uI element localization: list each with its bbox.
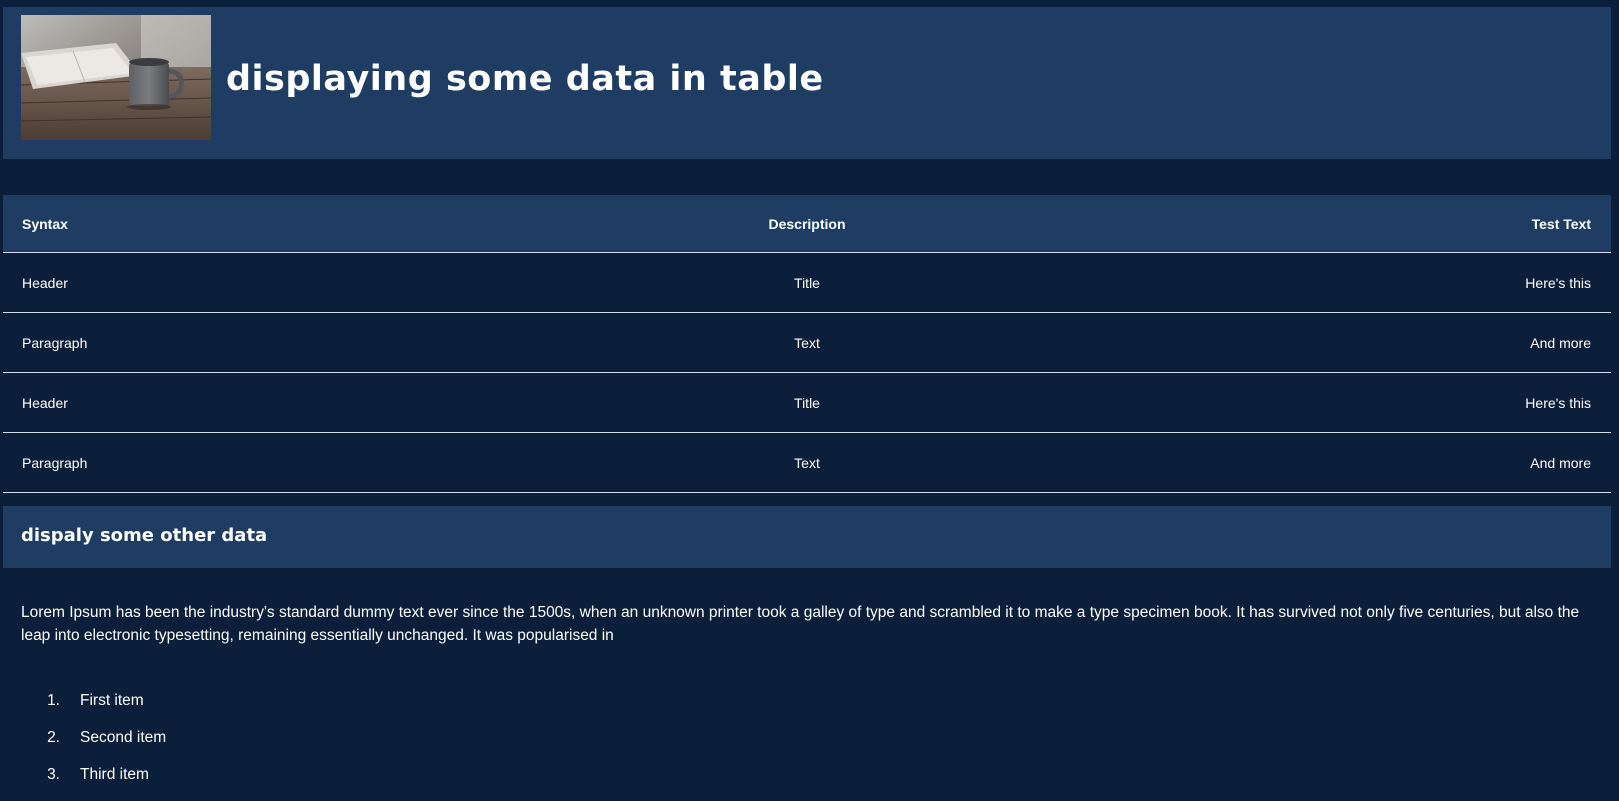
table-cell-syntax: Paragraph [3, 312, 539, 373]
list-item-number: 2. [47, 729, 60, 746]
table-cell-test-text: Here's this [1075, 252, 1611, 313]
table-cell-description: Text [539, 312, 1075, 373]
list-item-label: Third item [80, 766, 149, 783]
body-paragraph: Lorem Ipsum has been the industry's stan… [21, 604, 1580, 644]
page-title: displaying some data in table [226, 59, 824, 99]
section-header: dispaly some other data [3, 506, 1611, 568]
list-item-label: First item [80, 692, 144, 709]
table-header-row: Syntax Description Test Text [3, 195, 1611, 253]
table-cell-test-text: And more [1075, 312, 1611, 373]
table-row: Header Title Here's this [3, 252, 1611, 313]
ordered-list: 1. First item 2. Second item 3. Third it… [21, 690, 166, 801]
table-cell-syntax: Header [3, 372, 539, 433]
list-item-label: Second item [80, 729, 167, 746]
table-cell-syntax: Header [3, 252, 539, 313]
list-item-number: 3. [47, 766, 60, 783]
coffee-mug-image [21, 15, 211, 140]
column-header-description: Description [539, 195, 1075, 253]
table-row: Paragraph Text And more [3, 432, 1611, 493]
table-cell-description: Text [539, 432, 1075, 493]
list-item: 2. Second item [21, 727, 166, 764]
table-cell-description: Title [539, 252, 1075, 313]
list-item: 1. First item [21, 690, 166, 727]
data-table: Syntax Description Test Text Header Titl… [3, 195, 1611, 493]
table-cell-description: Title [539, 372, 1075, 433]
table-cell-syntax: Paragraph [3, 432, 539, 493]
table-row: Paragraph Text And more [3, 312, 1611, 373]
section-title: dispaly some other data [21, 525, 268, 546]
column-header-test-text: Test Text [1075, 195, 1611, 253]
table-row: Header Title Here's this [3, 372, 1611, 433]
page-header: displaying some data in table [3, 7, 1611, 159]
list-item: 3. Third item [21, 764, 166, 801]
table-cell-test-text: And more [1075, 432, 1611, 493]
list-item-number: 1. [47, 692, 60, 709]
column-header-syntax: Syntax [3, 195, 539, 253]
table-cell-test-text: Here's this [1075, 372, 1611, 433]
